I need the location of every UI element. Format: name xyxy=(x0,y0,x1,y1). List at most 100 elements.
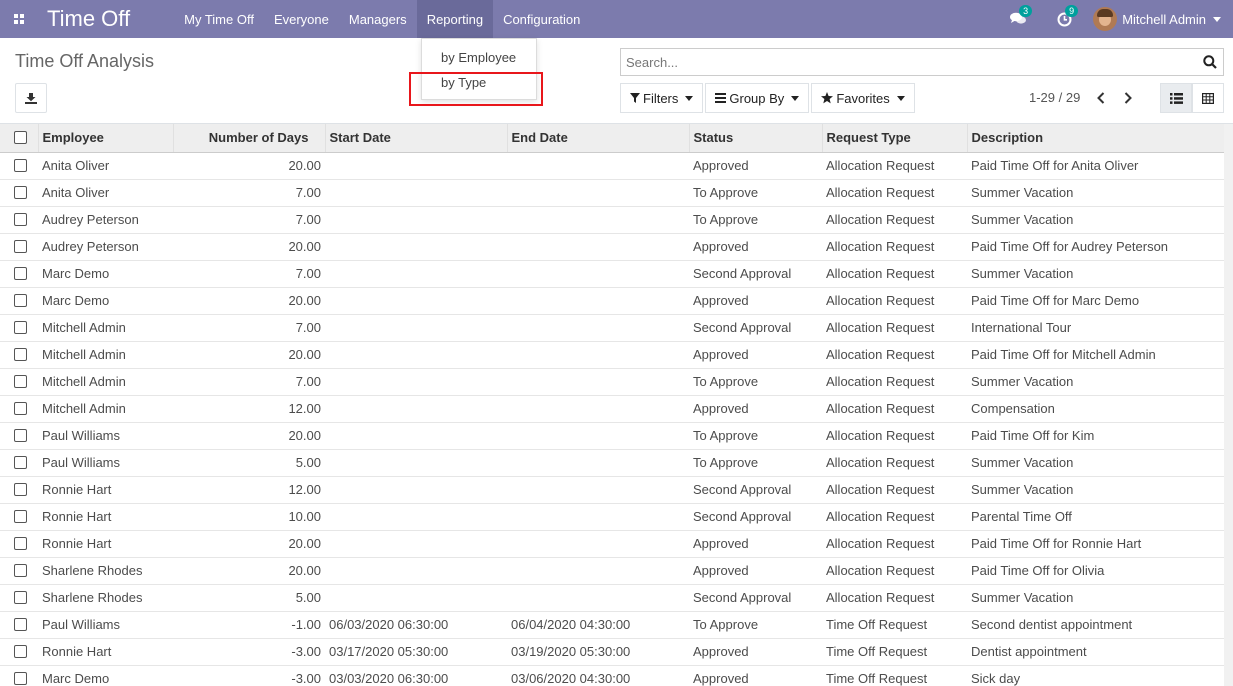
column-header-description[interactable]: Description xyxy=(967,124,1224,153)
cell-description: Second dentist appointment xyxy=(967,610,1224,638)
row-checkbox[interactable] xyxy=(14,186,27,199)
cell-status: Approved xyxy=(689,529,822,557)
row-checkbox[interactable] xyxy=(14,321,27,334)
messaging-menu[interactable]: 3 xyxy=(995,0,1041,38)
table-row[interactable]: Ronnie Hart 12.00 Second Approval Allocatio… xyxy=(0,475,1224,503)
table-row[interactable]: Audrey Peterson 20.00 Approved Allocation R… xyxy=(0,232,1224,260)
select-all-checkbox[interactable] xyxy=(14,131,27,145)
search-input[interactable] xyxy=(621,49,1197,75)
column-header-start-date[interactable]: Start Date xyxy=(325,124,508,153)
cell-start-date xyxy=(325,502,507,530)
app-brand[interactable]: Time Off xyxy=(47,6,130,32)
cell-end-date xyxy=(507,556,689,584)
table-row[interactable]: Marc Demo 20.00 Approved Allocation Request… xyxy=(0,286,1224,314)
row-select-cell xyxy=(0,664,38,686)
menu-everyone[interactable]: Everyone xyxy=(264,0,339,38)
cell-employee: Marc Demo xyxy=(38,664,173,686)
menu-configuration[interactable]: Configuration xyxy=(493,0,590,38)
row-checkbox[interactable] xyxy=(14,429,27,442)
row-select-cell xyxy=(0,259,38,287)
row-checkbox[interactable] xyxy=(14,483,27,496)
pager-value[interactable]: 1-29 / 29 xyxy=(1029,90,1080,105)
column-header-employee[interactable]: Employee xyxy=(38,124,174,153)
download-button[interactable] xyxy=(15,83,47,113)
row-checkbox[interactable] xyxy=(14,159,27,172)
row-checkbox[interactable] xyxy=(14,213,27,226)
row-checkbox[interactable] xyxy=(14,618,27,631)
cell-status: Second Approval xyxy=(689,259,822,287)
table-row[interactable]: Audrey Peterson 7.00 To Approve Allocation … xyxy=(0,205,1224,233)
table-row[interactable]: Paul Williams 5.00 To Approve Allocation Re… xyxy=(0,448,1224,476)
favorites-button[interactable]: Favorites xyxy=(811,83,915,113)
menu-my-time-off[interactable]: My Time Off xyxy=(174,0,264,38)
cell-number-of-days: -3.00 xyxy=(173,637,325,665)
table-row[interactable]: Ronnie Hart 10.00 Second Approval Allocatio… xyxy=(0,502,1224,530)
column-header-number-of-days[interactable]: Number of Days xyxy=(173,124,326,153)
row-checkbox[interactable] xyxy=(14,645,27,658)
row-checkbox[interactable] xyxy=(14,240,27,253)
table-row[interactable]: Sharlene Rhodes 20.00 Approved Allocation R… xyxy=(0,556,1224,584)
row-checkbox[interactable] xyxy=(14,672,27,686)
row-checkbox[interactable] xyxy=(14,564,27,577)
row-select-cell xyxy=(0,394,38,422)
cell-start-date xyxy=(325,286,507,314)
table-row[interactable]: Mitchell Admin 7.00 To Approve Allocation R… xyxy=(0,367,1224,395)
table-row[interactable]: Mitchell Admin 7.00 Second Approval Allocat… xyxy=(0,313,1224,341)
table-row[interactable]: Ronnie Hart -3.00 03/17/2020 05:30:00 03/19… xyxy=(0,637,1224,665)
row-checkbox[interactable] xyxy=(14,348,27,361)
menu-reporting[interactable]: Reporting xyxy=(416,0,494,38)
cell-end-date xyxy=(507,448,689,476)
table-row[interactable]: Marc Demo 7.00 Second Approval Allocation R… xyxy=(0,259,1224,287)
page-title: Time Off Analysis xyxy=(15,51,155,71)
scrollbar[interactable] xyxy=(1224,124,1233,686)
table-row[interactable]: Anita Oliver 20.00 Approved Allocation Requ… xyxy=(0,151,1224,179)
menu-managers[interactable]: Managers xyxy=(339,0,417,38)
row-checkbox[interactable] xyxy=(14,375,27,388)
search-icon[interactable] xyxy=(1197,55,1223,69)
column-header-status[interactable]: Status xyxy=(689,124,823,153)
pager-next-button[interactable] xyxy=(1120,89,1136,107)
filters-button[interactable]: Filters xyxy=(620,83,704,113)
cell-status: To Approve xyxy=(689,367,822,395)
table-row[interactable]: Mitchell Admin 20.00 Approved Allocation Re… xyxy=(0,340,1224,368)
menu-item-by-type[interactable]: by Type xyxy=(422,75,536,90)
menu-item-by-employee[interactable]: by Employee xyxy=(422,50,536,65)
activity-menu[interactable]: 9 xyxy=(1041,0,1087,38)
row-checkbox[interactable] xyxy=(14,294,27,307)
cell-request-type: Allocation Request xyxy=(822,502,967,530)
pager-previous-button[interactable] xyxy=(1093,89,1109,107)
cell-end-date: 03/06/2020 04:30:00 xyxy=(507,664,689,686)
row-checkbox[interactable] xyxy=(14,537,27,550)
cell-number-of-days: 10.00 xyxy=(173,502,325,530)
table-row[interactable]: Ronnie Hart 20.00 Approved Allocation Reque… xyxy=(0,529,1224,557)
pivot-view-button[interactable] xyxy=(1192,83,1224,113)
groupby-button[interactable]: Group By xyxy=(705,83,810,113)
table-row[interactable]: Marc Demo -3.00 03/03/2020 06:30:00 03/06/2… xyxy=(0,664,1224,686)
list-view-button[interactable] xyxy=(1160,83,1192,113)
user-menu[interactable]: Mitchell Admin xyxy=(1087,7,1233,31)
table-row[interactable]: Mitchell Admin 12.00 Approved Allocation Re… xyxy=(0,394,1224,422)
control-panel: Time Off Analysis Filters Group By xyxy=(0,38,1233,124)
cell-status: Approved xyxy=(689,556,822,584)
row-checkbox[interactable] xyxy=(14,402,27,415)
bars-icon xyxy=(715,93,727,103)
column-header-request-type[interactable]: Request Type xyxy=(822,124,968,153)
apps-menu-icon[interactable] xyxy=(4,4,34,34)
table-row[interactable]: Anita Oliver 7.00 To Approve Allocation Req… xyxy=(0,178,1224,206)
cell-employee: Anita Oliver xyxy=(38,151,173,179)
row-checkbox[interactable] xyxy=(14,591,27,604)
cell-description: Dentist appointment xyxy=(967,637,1224,665)
cell-end-date xyxy=(507,313,689,341)
column-header-end-date[interactable]: End Date xyxy=(507,124,690,153)
table-row[interactable]: Paul Williams -1.00 06/03/2020 06:30:00 06/… xyxy=(0,610,1224,638)
row-checkbox[interactable] xyxy=(14,267,27,280)
table-row[interactable]: Paul Williams 20.00 To Approve Allocation R… xyxy=(0,421,1224,449)
table-row[interactable]: Sharlene Rhodes 5.00 Second Approval Alloca… xyxy=(0,583,1224,611)
cell-description: Summer Vacation xyxy=(967,205,1224,233)
cell-number-of-days: 20.00 xyxy=(173,232,325,260)
row-checkbox[interactable] xyxy=(14,456,27,469)
list-view: Employee Number of Days Start Date End D… xyxy=(0,124,1224,686)
cell-end-date xyxy=(507,259,689,287)
row-checkbox[interactable] xyxy=(14,510,27,523)
cell-number-of-days: 7.00 xyxy=(173,367,325,395)
